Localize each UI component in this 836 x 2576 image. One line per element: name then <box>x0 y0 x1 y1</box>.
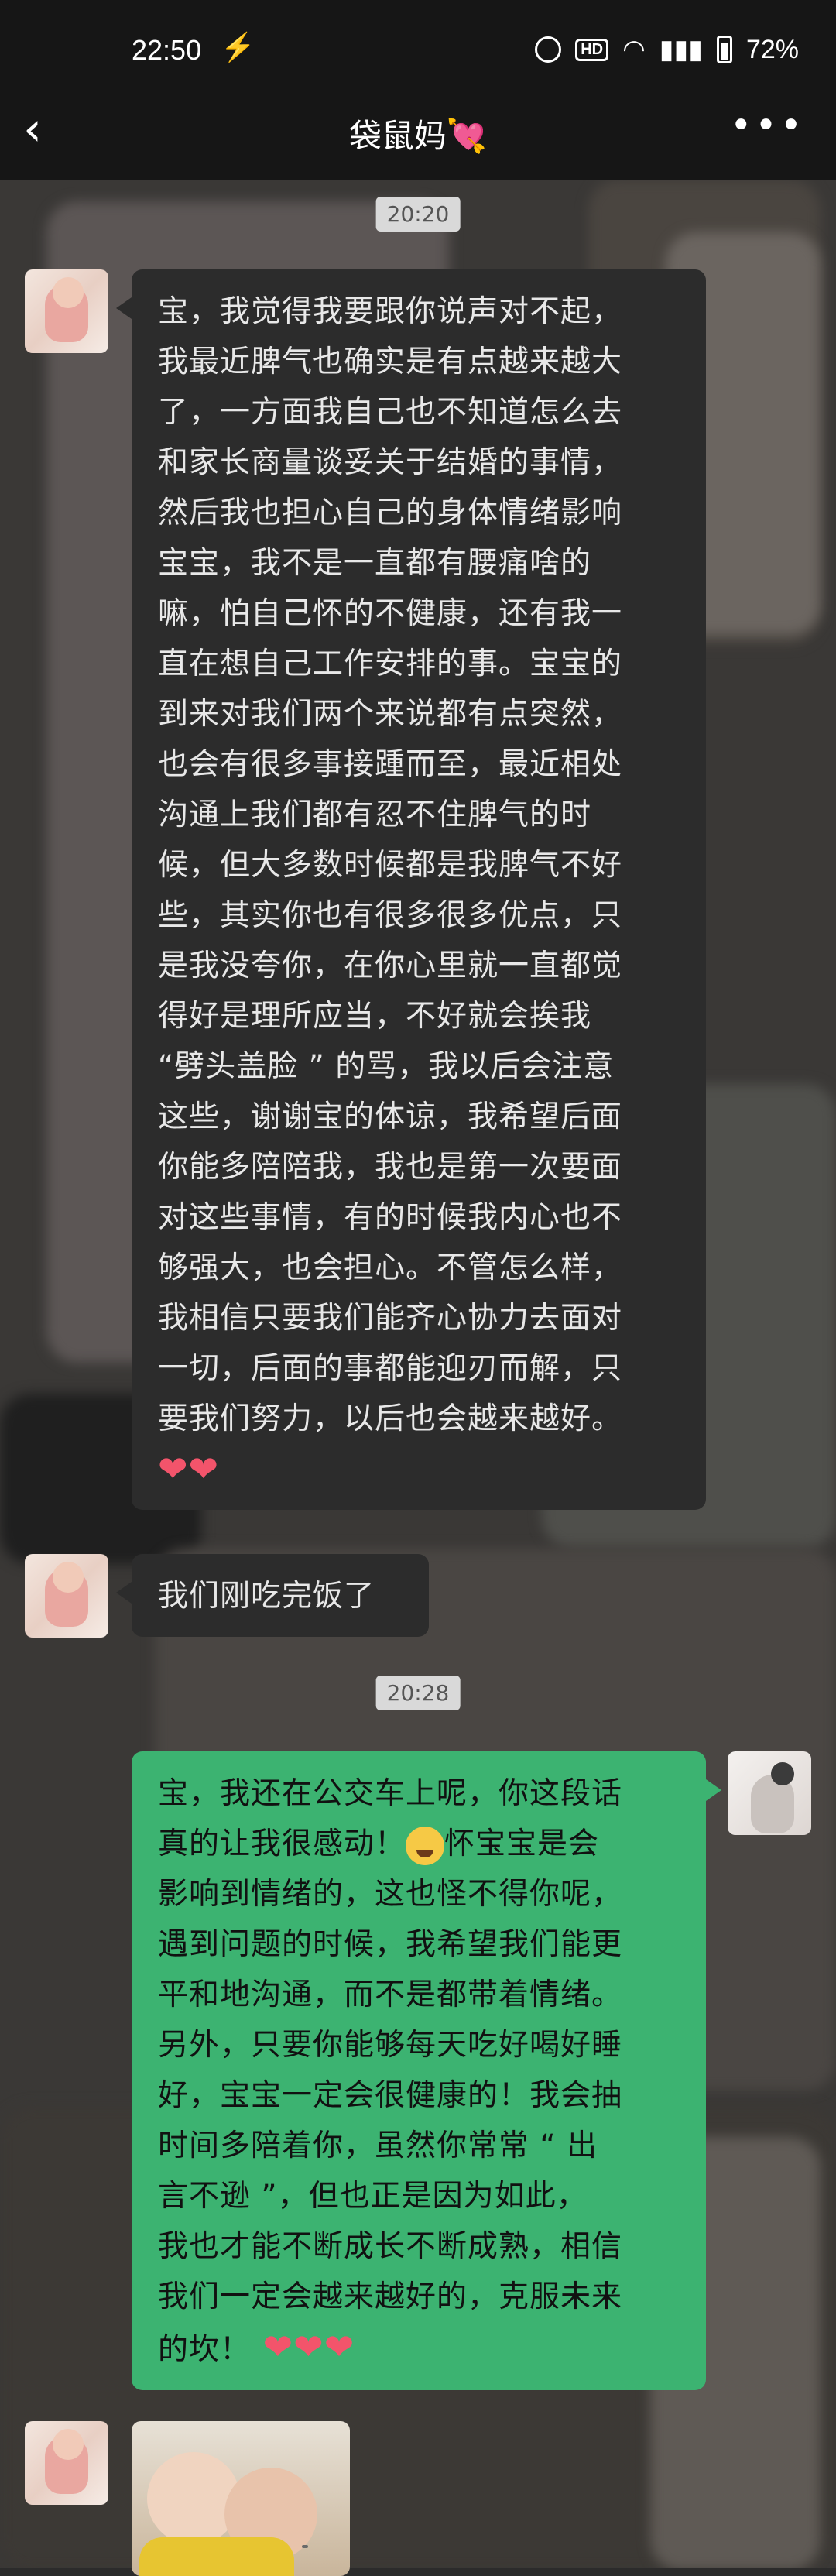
avatar-image-head <box>771 1762 794 1785</box>
timestamp: 20:28 <box>375 1676 461 1710</box>
message-line: 好，宝宝一定会很健康的！我会抽 <box>158 2078 623 2113</box>
message-line: 宝宝，我不是一直都有腰痛啥的 <box>158 546 592 581</box>
message-line: 言不逊 ”，但也正是因为如此， <box>158 2179 588 2214</box>
message-line: “劈头盖脸 ” 的骂，我以后会注意 <box>158 1049 615 1084</box>
my-avatar[interactable] <box>728 1751 811 1835</box>
message-line: 我最近脾气也确实是有点越来越大 <box>158 345 623 379</box>
message-text: 我们刚吃完饭了 <box>158 1579 375 1614</box>
signal-icon: ▮▮▮ <box>659 35 703 64</box>
avatar[interactable] <box>25 1554 108 1638</box>
message-bubble[interactable]: 宝，我觉得我要跟你说声对不起， 我最近脾气也确实是有点越来越大 了，一方面我自己也不… <box>116 269 706 1510</box>
chat-title: 袋鼠妈💘 <box>348 117 488 155</box>
message-line: 另外，只要你能够每天吃好喝好睡 <box>158 2028 623 2063</box>
clock: 22:50 <box>132 34 202 66</box>
message-line: 一切，后面的事都能迎刃而解，只 <box>158 1351 623 1386</box>
message-line: 遇到问题的时候，我希望我们能更 <box>158 1927 623 1962</box>
heart-emoji: ❤❤ <box>158 1448 220 1490</box>
message-line: 沟通上我们都有忍不住脾气的时 <box>158 797 592 832</box>
battery-icon <box>716 36 732 63</box>
message-line: 嘛，怕自己怀的不健康，还有我一 <box>158 596 623 631</box>
message-line: 到来对我们两个来说都有点突然， <box>158 697 623 732</box>
wifi-icon: ◠ <box>622 35 646 64</box>
message-line: 这些，谢谢宝的体谅，我希望后面 <box>158 1099 623 1134</box>
message-line: 我们一定会越来越好的，克服未来 <box>158 2279 623 2314</box>
avatar[interactable] <box>25 269 108 353</box>
message-line: 是我没夸你，在你心里就一直都觉 <box>158 948 623 983</box>
message-line: 候，但大多数时候都是我脾气不好 <box>158 848 623 883</box>
avatar-image-head <box>53 277 84 308</box>
message-line: 平和地沟通，而不是都带着情绪。 <box>158 1977 623 2012</box>
message-line: 要我们努力，以后也会越来越好。 <box>158 1401 623 1436</box>
alarm-icon <box>535 36 562 63</box>
message-line: 宝，我觉得我要跟你说声对不起， <box>158 294 623 329</box>
message-line: 和家长商量谈妥关于结婚的事情， <box>158 445 623 480</box>
more-icon[interactable]: ••• <box>730 104 805 147</box>
heart-emoji: ❤❤❤ <box>251 2326 355 2368</box>
message-line: 我相信只要我们能齐心协力去面对 <box>158 1301 623 1336</box>
message-line: 影响到情绪的，这也怪不得你呢， <box>158 1877 623 1912</box>
message-line: 的坎！ ❤❤❤ <box>158 2326 355 2368</box>
avatar[interactable] <box>25 2421 108 2505</box>
message-line: 够强大，也会担心。不管怎么样， <box>158 1250 623 1285</box>
status-icons: HD ◠ ▮▮▮ 72% <box>535 34 799 65</box>
message-line-tail: 怀宝宝是会 <box>444 1827 600 1861</box>
message-line: 宝，我还在公交车上呢，你这段话 <box>158 1776 623 1811</box>
battery-percent: 72% <box>745 34 799 64</box>
crying-emoji-icon <box>406 1826 445 1865</box>
photo-clothing <box>139 2537 294 2576</box>
message-bubble[interactable]: 我们刚吃完饭了 <box>116 1554 429 1637</box>
message-line: 你能多陪陪我，我也是第一次要面 <box>158 1150 623 1185</box>
message-line: 了，一方面我自己也不知道怎么去 <box>158 395 623 430</box>
message-line: 直在想自己工作安排的事。宝宝的 <box>158 647 623 681</box>
message-bubble[interactable]: 宝，我还在公交车上呢，你这段话真的让我很感动！ 怀宝宝是会影响到情绪的，这也怪不得… <box>132 1751 721 2390</box>
message-line: 些，其实你也有很多很多优点，只 <box>158 898 623 933</box>
avatar-image-head <box>53 1562 84 1593</box>
image-caption <box>302 2545 308 2548</box>
avatar-image-head <box>53 2429 84 2460</box>
message-line: 对这些事情，有的时候我内心也不 <box>158 1200 623 1235</box>
message-line: 然后我也担心自己的身体情绪影响 <box>158 496 623 530</box>
photo-child-1 <box>147 2452 240 2545</box>
hd-icon: HD <box>575 38 609 61</box>
message-line: 我也才能不断成长不断成熟，相信 <box>158 2229 623 2264</box>
message-line: 真的让我很感动！ 怀宝宝是会 <box>158 1819 681 1869</box>
image-message[interactable] <box>132 2421 350 2576</box>
message-line: 得好是理所应当，不好就会挨我 <box>158 999 592 1034</box>
chat-header: ‹ 袋鼠妈💘 ••• <box>0 87 836 180</box>
message-line: 时间多陪着你，虽然你常常 “ 出 <box>158 2128 598 2163</box>
message-line: 也会有很多事接踵而至，最近相处 <box>158 747 623 782</box>
timestamp: 20:20 <box>375 197 461 232</box>
charging-icon: ⚡ <box>221 31 255 63</box>
